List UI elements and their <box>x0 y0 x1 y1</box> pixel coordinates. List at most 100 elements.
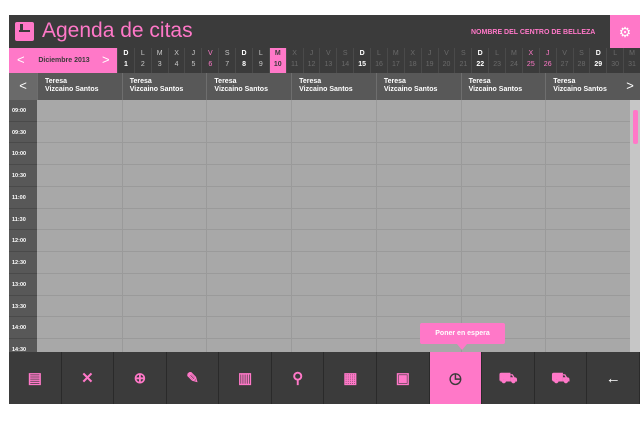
staff-header: < Teresa Vizcaino Santos Teresa Vizcaino Sa… <box>9 73 640 100</box>
scrollbar-thumb[interactable] <box>633 110 638 144</box>
day-letter: S <box>579 50 584 57</box>
clock-pause-button[interactable]: ◷ <box>429 352 483 404</box>
day-number: 22 <box>476 61 485 68</box>
day-number: 4 <box>174 61 179 68</box>
day-29[interactable]: D 29 <box>589 48 606 73</box>
day-1[interactable]: D1 <box>117 48 134 73</box>
grid-row-line <box>37 164 640 166</box>
day-number: 10 <box>273 61 282 68</box>
day-letter: J <box>545 50 550 57</box>
day-4[interactable]: X4 <box>167 48 185 73</box>
settings-button[interactable]: ⚙ <box>610 15 640 48</box>
day-letter: V <box>207 50 213 57</box>
search-button[interactable]: ⚲ <box>272 352 325 404</box>
day-number: 26 <box>543 61 552 68</box>
day-letter: M <box>274 50 281 57</box>
staff-next-button[interactable]: > <box>620 73 640 100</box>
staff-column-header[interactable]: Teresa Vizcaino Santos <box>37 73 122 100</box>
day-22[interactable]: D 22 <box>471 48 488 73</box>
month-prev-button[interactable]: < <box>17 52 25 67</box>
staff-last-name: Vizcaino Santos <box>45 86 99 93</box>
day-25[interactable]: X 25 <box>521 48 539 73</box>
day-31[interactable]: M 31 <box>623 48 640 73</box>
day-strip: D 1 L 2 M 3 X 4 J 5 V 6 S 7 D 8 L 9 M 10 X 11 J 12 V 13 S 14 D 15 L 16 M… <box>117 48 640 73</box>
day-21[interactable]: S 21 <box>454 48 471 73</box>
day-letter: M <box>511 50 517 57</box>
delete-x-button[interactable]: ✕ <box>62 352 115 404</box>
day-number: 5 <box>191 61 196 68</box>
day-5[interactable]: J5 <box>184 48 201 73</box>
day-17[interactable]: M 17 <box>386 48 404 73</box>
day-30[interactable]: L 30 <box>606 48 623 73</box>
grid-row-line <box>37 207 640 209</box>
day-19[interactable]: J 19 <box>420 48 438 73</box>
staff-column-header[interactable]: Teresa Vizcaino Santos <box>460 73 546 100</box>
trash-icon: ▥ <box>238 369 253 387</box>
month-label: Diciembre 2013 <box>38 57 90 64</box>
day-3[interactable]: M3 <box>150 48 168 73</box>
day-28[interactable]: S 28 <box>572 48 590 73</box>
day-7[interactable]: S7 <box>218 48 235 73</box>
day-number: 15 <box>358 61 367 68</box>
day-18[interactable]: X 18 <box>403 48 421 73</box>
edit-note-button[interactable]: ✎ <box>167 352 220 404</box>
day-2[interactable]: L2 <box>133 48 151 73</box>
day-27[interactable]: V 27 <box>555 48 573 73</box>
day-14[interactable]: S 14 <box>336 48 353 73</box>
day-8[interactable]: D8 <box>235 48 252 73</box>
grid-row-line <box>37 229 640 231</box>
staff-column-header[interactable]: Teresa Vizcaino Santos <box>375 73 461 100</box>
staff-first-name: Teresa <box>45 78 68 85</box>
time-slot-label: 10:30 <box>9 165 37 187</box>
phone-button[interactable]: ▦ <box>325 352 378 404</box>
day-6[interactable]: V6 <box>201 48 218 73</box>
staff-first-name: Teresa <box>299 78 322 85</box>
grid-row-line <box>37 120 640 122</box>
grid-column-line <box>375 100 377 352</box>
day-letter: X <box>528 50 534 57</box>
document-button[interactable]: ▤ <box>9 352 62 404</box>
phone-icon: ▦ <box>343 369 358 387</box>
staff-column-header[interactable]: Teresa Vizcaino Santos <box>545 73 630 100</box>
grid-row-line <box>37 251 640 253</box>
staff-column-header[interactable]: Teresa Vizcaino Santos <box>291 73 376 100</box>
day-11[interactable]: X 11 <box>285 48 303 73</box>
edit-note-icon: ✎ <box>186 369 199 387</box>
day-letter: D <box>359 50 365 57</box>
schedule-grid[interactable]: 09:00 09:30 10:00 10:30 11:00 11:30 12:00 12:30… <box>9 100 640 361</box>
day-10[interactable]: M 10 <box>268 48 286 73</box>
add-document-button[interactable]: ⊕ <box>114 352 167 404</box>
cart-check-button[interactable]: ⛟ <box>482 352 535 404</box>
day-number: 18 <box>408 61 417 68</box>
day-16[interactable]: L 16 <box>370 48 387 73</box>
day-26[interactable]: J 26 <box>538 48 556 73</box>
grid-row-line <box>37 272 640 274</box>
day-23[interactable]: L 23 <box>488 48 505 73</box>
day-13[interactable]: V 13 <box>319 48 336 73</box>
day-number: 14 <box>341 61 350 68</box>
vertical-scrollbar[interactable] <box>630 100 640 352</box>
day-24[interactable]: M 24 <box>505 48 522 73</box>
time-slot-label: 13:00 <box>9 273 37 296</box>
hold-tooltip: Poner en espera <box>420 323 505 350</box>
day-number: 28 <box>577 61 586 68</box>
staff-prev-button[interactable]: < <box>9 73 37 100</box>
day-12[interactable]: J 12 <box>302 48 320 73</box>
day-15[interactable]: D 15 <box>353 48 370 73</box>
day-letter: X <box>410 50 416 57</box>
day-number: 24 <box>510 61 518 68</box>
back-arrow-button[interactable]: ← <box>587 352 640 404</box>
day-letter: L <box>495 50 500 57</box>
staff-first-name: Teresa <box>553 78 576 85</box>
trash-button[interactable]: ▥ <box>219 352 272 404</box>
day-9[interactable]: L9 <box>251 48 269 73</box>
day-20[interactable]: V 20 <box>437 48 455 73</box>
client-card-button[interactable]: ▣ <box>377 352 430 404</box>
month-next-button[interactable]: > <box>102 52 110 67</box>
day-letter: M <box>629 50 635 57</box>
cart-button[interactable]: ⛟ <box>535 352 588 404</box>
staff-column-header[interactable]: Teresa Vizcaino Santos <box>121 73 207 100</box>
staff-column-header[interactable]: Teresa Vizcaino Santos <box>206 73 291 100</box>
grid-row-line <box>37 185 640 187</box>
grid-row-line <box>37 142 640 144</box>
